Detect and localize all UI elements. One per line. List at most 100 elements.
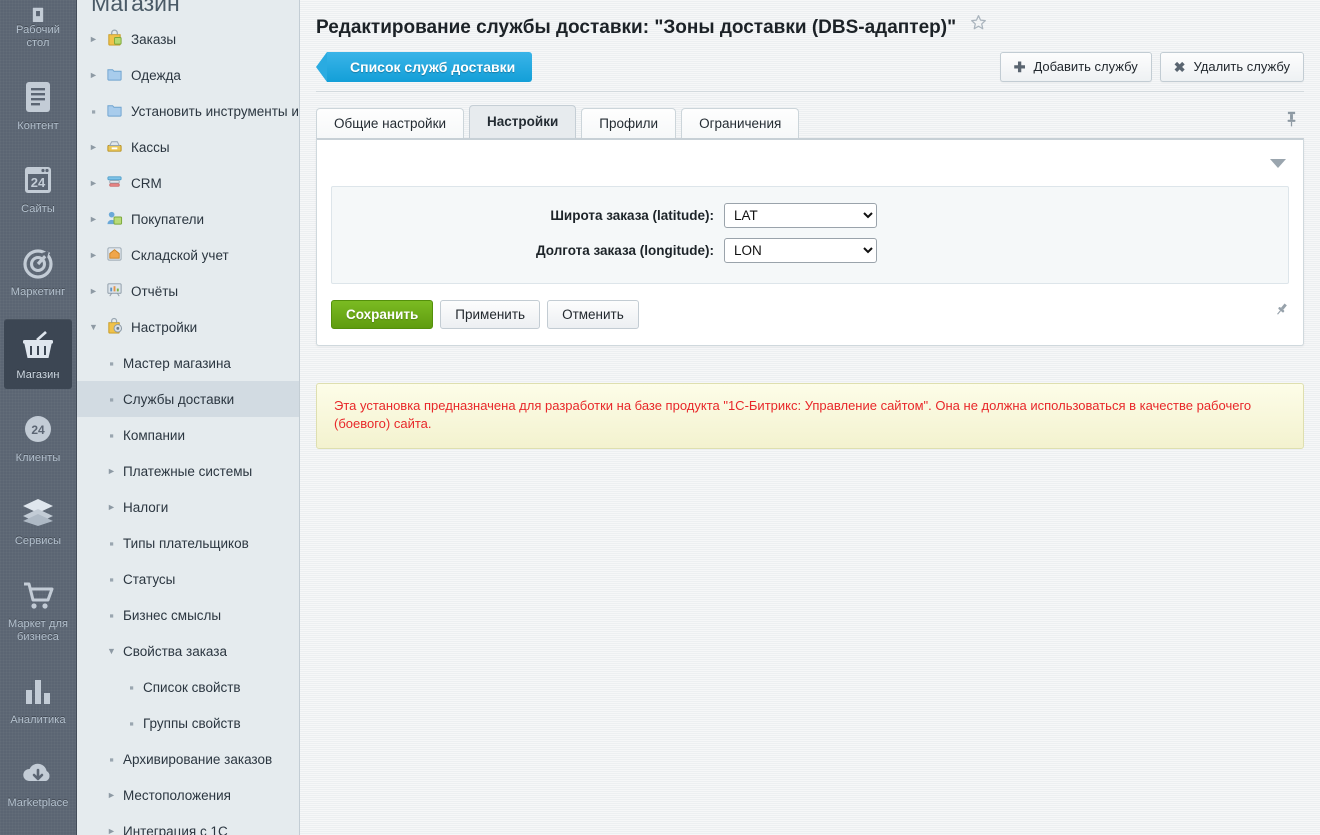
chevron-right-icon[interactable]: ► <box>105 791 118 800</box>
apply-button[interactable]: Применить <box>440 300 540 329</box>
tab-3[interactable]: Профили <box>581 108 676 138</box>
rail-label: Marketplace <box>4 797 72 810</box>
sidebar-item-18[interactable]: ▼ Свойства заказа <box>77 633 299 669</box>
sidebar-item-9[interactable]: ▼Настройки <box>77 309 299 345</box>
rail-item-sites[interactable]: 24 Сайты <box>4 153 72 223</box>
sidebar-item-label: Кассы <box>131 140 170 155</box>
bullet-icon[interactable]: ▪ <box>105 537 118 550</box>
bullet-icon[interactable]: ▪ <box>105 429 118 442</box>
chevron-right-icon[interactable]: ► <box>87 287 100 296</box>
sidebar-item-11[interactable]: ▪Службы доставки <box>77 381 299 417</box>
folder-icon <box>102 65 126 85</box>
sidebar-item-17[interactable]: ▪Бизнес смыслы <box>77 597 299 633</box>
sidebar-item-label: Заказы <box>131 32 176 47</box>
notice-text: Эта установка предназначена для разработ… <box>334 398 1251 431</box>
chevron-right-icon[interactable]: ► <box>105 827 118 835</box>
sidebar-item-4[interactable]: ► Кассы <box>77 129 299 165</box>
sidebar-item-23[interactable]: ►Интеграция с 1С <box>77 813 299 835</box>
pin-vertical-icon[interactable] <box>1285 110 1298 133</box>
field-label: Широта заказа (latitude): <box>332 208 724 223</box>
rail-label: Аналитика <box>4 714 72 727</box>
chevron-right-icon[interactable]: ► <box>87 35 100 44</box>
tab-1[interactable]: Общие настройки <box>316 108 464 138</box>
rail-item-clients[interactable]: 24 Клиенты <box>4 402 72 472</box>
sidebar-item-19[interactable]: ▪Список свойств <box>77 669 299 705</box>
save-button[interactable]: Сохранить <box>331 300 433 329</box>
sidebar-title: Магазин <box>77 0 299 15</box>
main-content: Редактирование службы доставки: "Зоны до… <box>300 0 1320 835</box>
sidebar-item-3[interactable]: ▪Установить инструменты и <box>77 93 299 129</box>
triangle-down-icon[interactable] <box>1270 159 1286 168</box>
rail-item-desktop[interactable]: Рабочий стол <box>4 0 72 57</box>
basket-icon <box>4 325 72 367</box>
cross-icon: ✖ <box>1174 60 1186 74</box>
sidebar-item-6[interactable]: ►Покупатели <box>77 201 299 237</box>
sidebar-item-1[interactable]: ► Заказы <box>77 21 299 57</box>
rail-item-shop[interactable]: Магазин <box>4 319 72 389</box>
bullet-icon[interactable]: ▪ <box>125 681 138 694</box>
rail-item-marketing[interactable]: Маркетинг <box>4 236 72 306</box>
sidebar-item-label: Свойства заказа <box>123 644 227 659</box>
sidebar-item-label: Складской учет <box>131 248 229 263</box>
form-row-2: Долгота заказа (longitude):LON <box>332 238 1288 263</box>
rail-item-market-for-business[interactable]: Маркет для бизнеса <box>4 568 72 651</box>
latitude-select[interactable]: LAT <box>724 203 877 228</box>
bullet-icon[interactable]: ▪ <box>87 105 100 118</box>
sidebar-item-10[interactable]: ▪ Мастер магазина <box>77 345 299 381</box>
sidebar-item-label: Местоположения <box>123 788 231 803</box>
sidebar-item-22[interactable]: ► Местоположения <box>77 777 299 813</box>
pin-diagonal-icon[interactable] <box>1274 302 1289 322</box>
rail-item-analytics[interactable]: Аналитика <box>4 664 72 734</box>
left-icon-rail: Рабочий стол Контент 24 Сайты Маркетинг … <box>0 0 77 835</box>
bullet-icon[interactable]: ▪ <box>105 609 118 622</box>
bullet-icon[interactable]: ▪ <box>105 393 118 406</box>
longitude-select[interactable]: LON <box>724 238 877 263</box>
sidebar-item-14[interactable]: ►Налоги <box>77 489 299 525</box>
chevron-right-icon[interactable]: ► <box>87 143 100 152</box>
tab-2[interactable]: Настройки <box>469 105 576 138</box>
sidebar-item-15[interactable]: ▪Типы плательщиков <box>77 525 299 561</box>
sidebar-item-label: Мастер магазина <box>123 356 231 371</box>
add-service-button[interactable]: ✚ Добавить службу <box>1000 52 1152 82</box>
calendar-24-icon: 24 <box>4 159 72 201</box>
sidebar-item-12[interactable]: ▪Компании <box>77 417 299 453</box>
bullet-icon[interactable]: ▪ <box>105 753 118 766</box>
sidebar-item-label: Группы свойств <box>143 716 241 731</box>
buyers-icon <box>102 209 126 229</box>
back-to-list-button[interactable]: Список служб доставки <box>327 52 532 82</box>
chevron-right-icon[interactable]: ► <box>87 71 100 80</box>
admin-page: Рабочий стол Контент 24 Сайты Маркетинг … <box>0 0 1320 835</box>
sidebar-item-21[interactable]: ▪Архивирование заказов <box>77 741 299 777</box>
chevron-right-icon[interactable]: ► <box>87 251 100 260</box>
chevron-right-icon[interactable]: ► <box>105 503 118 512</box>
rail-item-services[interactable]: Сервисы <box>4 485 72 555</box>
sidebar-item-8[interactable]: ►Отчёты <box>77 273 299 309</box>
sidebar-item-16[interactable]: ▪Статусы <box>77 561 299 597</box>
star-outline-icon[interactable] <box>970 15 987 36</box>
chevron-right-icon[interactable]: ► <box>105 467 118 476</box>
delete-service-button[interactable]: ✖ Удалить службу <box>1160 52 1304 82</box>
sidebar-item-20[interactable]: ▪ Группы свойств <box>77 705 299 741</box>
cancel-button[interactable]: Отменить <box>547 300 639 329</box>
form-row-1: Широта заказа (latitude):LAT <box>332 203 1288 228</box>
rail-item-marketplace[interactable]: Marketplace <box>4 747 72 817</box>
bullet-icon[interactable]: ▪ <box>105 357 118 370</box>
chevron-down-icon[interactable]: ▼ <box>105 647 118 656</box>
sidebar-item-13[interactable]: ►Платежные системы <box>77 453 299 489</box>
delete-service-label: Удалить службу <box>1194 59 1290 74</box>
settings-panel: Широта заказа (latitude):LAT Долгота зака… <box>316 138 1304 346</box>
sidebar-item-label: Одежда <box>131 68 181 83</box>
sidebar-item-5[interactable]: ►CRM <box>77 165 299 201</box>
sidebar-item-2[interactable]: ► Одежда <box>77 57 299 93</box>
chevron-right-icon[interactable]: ► <box>87 215 100 224</box>
chevron-down-icon[interactable]: ▼ <box>87 323 100 332</box>
tab-4[interactable]: Ограничения <box>681 108 799 138</box>
bullet-icon[interactable]: ▪ <box>125 717 138 730</box>
rail-label: Маркетинг <box>4 286 72 299</box>
rail-item-content[interactable]: Контент <box>4 70 72 140</box>
sidebar-item-7[interactable]: ► Складской учет <box>77 237 299 273</box>
chevron-right-icon[interactable]: ► <box>87 179 100 188</box>
bullet-icon[interactable]: ▪ <box>105 573 118 586</box>
page-title-text: Редактирование службы доставки: "Зоны до… <box>316 17 956 38</box>
settings-fieldset: Широта заказа (latitude):LAT Долгота зака… <box>331 186 1289 284</box>
